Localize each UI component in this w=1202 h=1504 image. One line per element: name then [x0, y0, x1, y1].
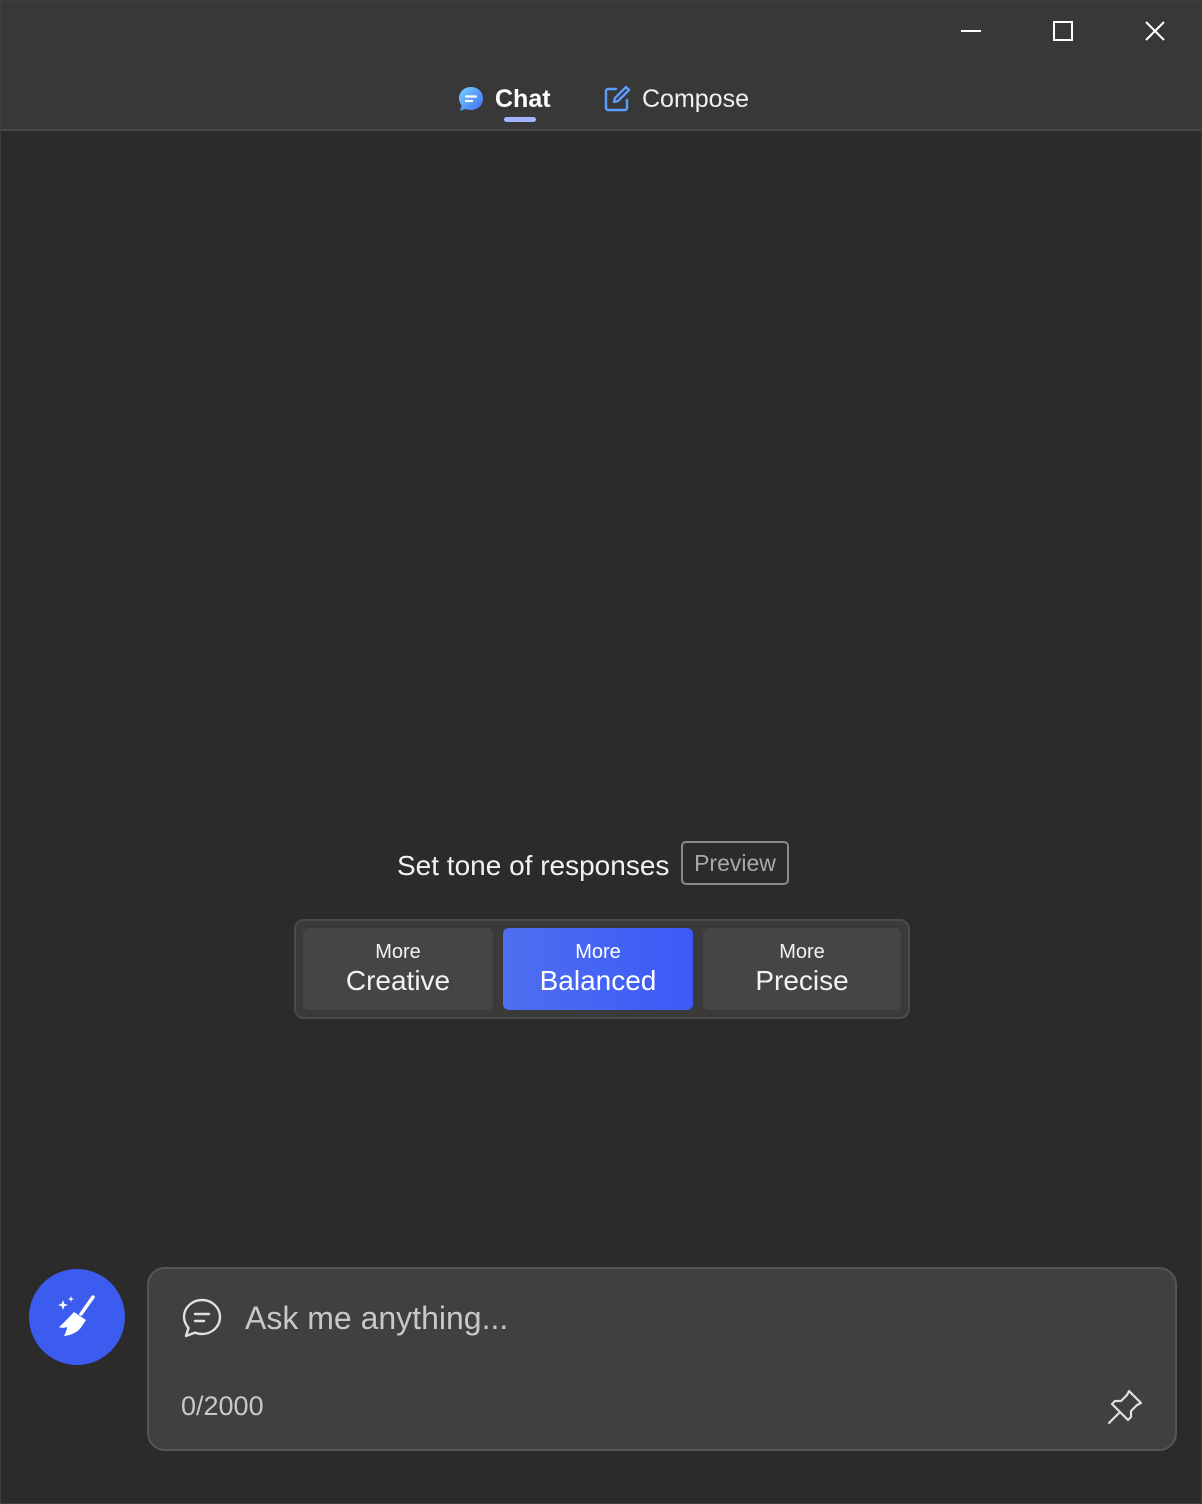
close-button[interactable] [1132, 9, 1178, 53]
preview-badge: Preview [681, 841, 789, 885]
app-window: Chat Compose Set tone of responses Previ… [0, 0, 1202, 1504]
tab-chat[interactable]: Chat [457, 77, 551, 121]
tone-precise-label: Precise [755, 965, 849, 996]
tone-heading: Set tone of responses [397, 850, 670, 881]
minimize-icon [961, 30, 981, 32]
tone-precise-button[interactable]: More Precise [703, 928, 901, 1010]
tab-bar: Chat Compose [1, 77, 1201, 125]
compose-icon [604, 85, 631, 112]
ask-input[interactable] [245, 1293, 1125, 1343]
tab-compose-label: Compose [642, 84, 749, 113]
close-icon [1145, 21, 1165, 41]
active-tab-indicator [504, 117, 536, 122]
tab-chat-label: Chat [495, 84, 551, 113]
tone-balanced-button[interactable]: More Balanced [503, 928, 693, 1010]
pin-icon[interactable] [1105, 1387, 1145, 1427]
maximize-icon [1053, 21, 1073, 41]
tone-creative-button[interactable]: More Creative [303, 928, 493, 1010]
chat-bubble-icon [459, 87, 483, 111]
tone-creative-label: Creative [345, 965, 451, 996]
chat-outline-icon [182, 1298, 222, 1338]
new-topic-button[interactable] [29, 1269, 125, 1365]
title-bar: Chat Compose [1, 1, 1201, 131]
character-counter: 0/2000 [181, 1391, 264, 1421]
tone-balanced-label: Balanced [539, 965, 657, 996]
maximize-button[interactable] [1040, 9, 1086, 53]
minimize-button[interactable] [948, 9, 994, 53]
tone-precise-prefix: More [779, 941, 825, 963]
tone-selector: More Creative More Balanced More Precise [294, 919, 910, 1019]
tab-compose[interactable]: Compose [602, 77, 749, 121]
broom-icon [58, 1295, 95, 1336]
tone-balanced-prefix: More [575, 941, 621, 963]
message-composer: 0/2000 [147, 1267, 1177, 1451]
tone-creative-prefix: More [375, 941, 421, 963]
